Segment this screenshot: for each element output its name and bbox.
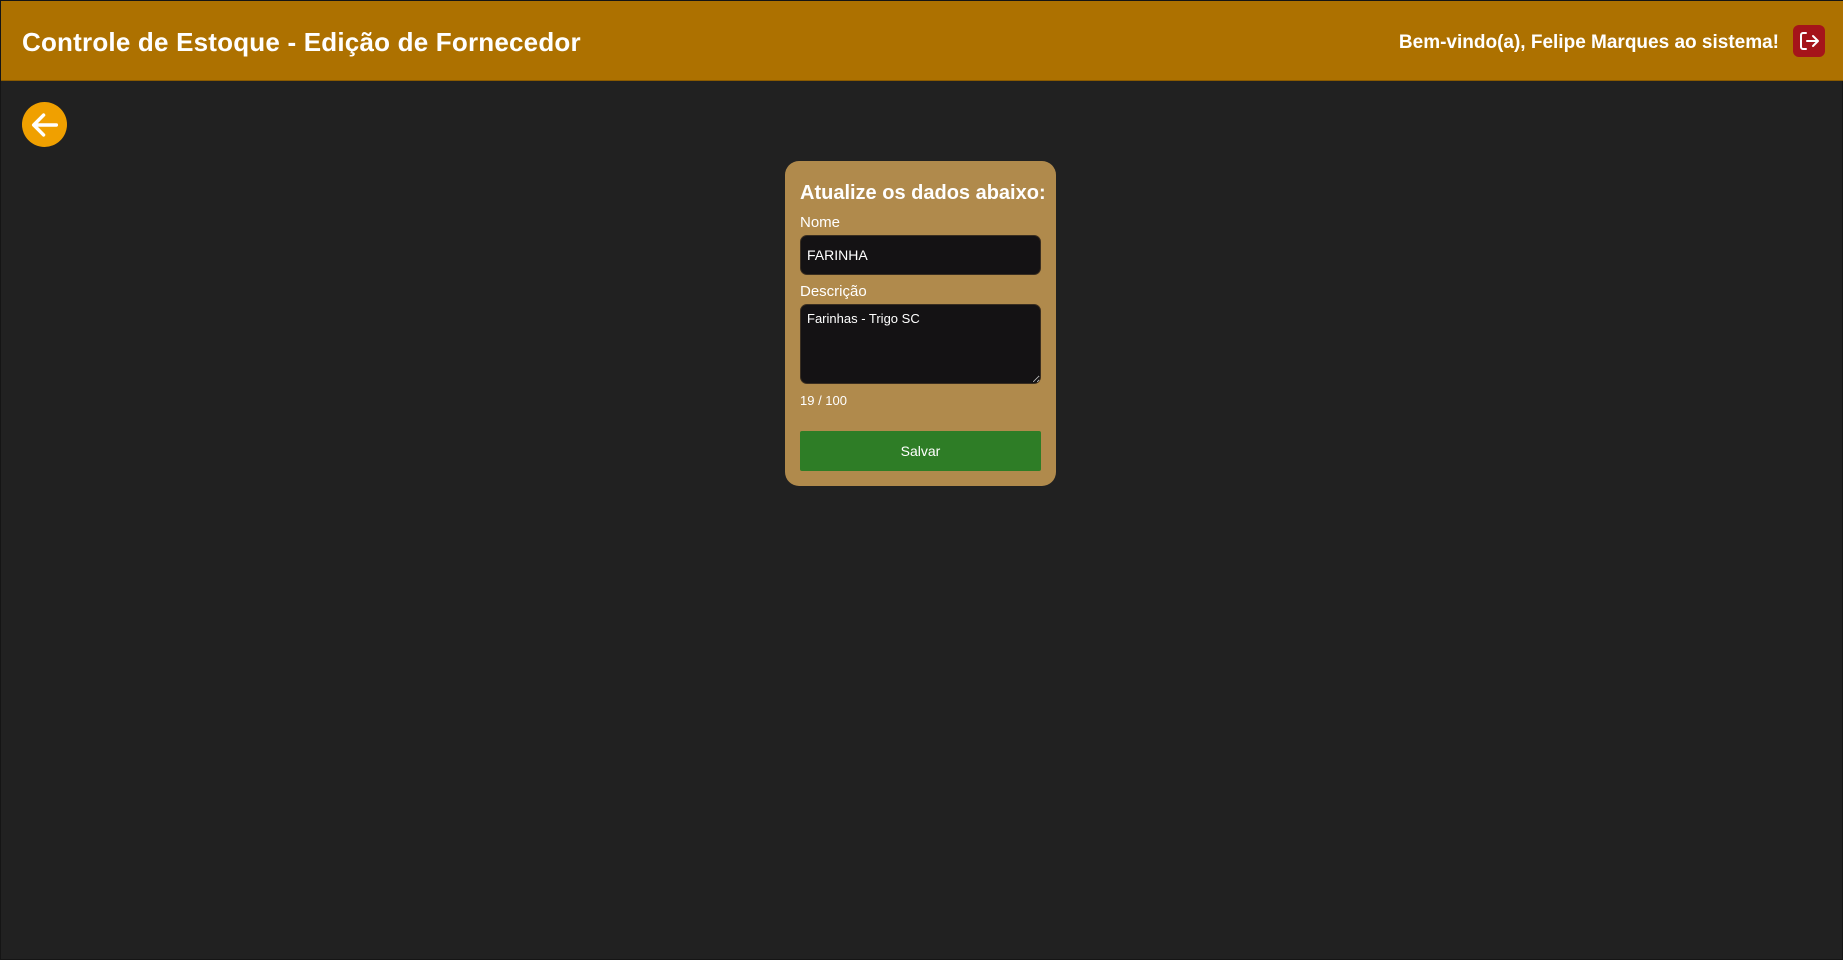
welcome-message: Bem-vindo(a), Felipe Marques ao sistema! bbox=[1398, 32, 1779, 53]
character-counter: 19 / 100 bbox=[800, 393, 847, 408]
page-title: Controle de Estoque - Edição de Forneced… bbox=[22, 27, 581, 57]
logout-button[interactable] bbox=[1793, 25, 1825, 57]
form-title: Atualize os dados abaixo: bbox=[800, 182, 1046, 204]
description-textarea[interactable]: Farinhas - Trigo SC bbox=[800, 304, 1041, 384]
name-label: Nome bbox=[800, 214, 841, 231]
description-label: Descrição bbox=[800, 283, 867, 300]
name-input[interactable] bbox=[800, 235, 1041, 275]
page: Controle de Estoque - Edição de Forneced… bbox=[0, 0, 1843, 960]
arrow-left-icon bbox=[28, 108, 62, 142]
logout-icon bbox=[1797, 29, 1821, 53]
top-bar: Controle de Estoque - Edição de Forneced… bbox=[1, 1, 1843, 81]
back-button[interactable] bbox=[22, 102, 67, 147]
save-button[interactable]: Salvar bbox=[800, 431, 1041, 471]
supplier-edit-form: Atualize os dados abaixo: Nome Descrição… bbox=[785, 161, 1056, 486]
